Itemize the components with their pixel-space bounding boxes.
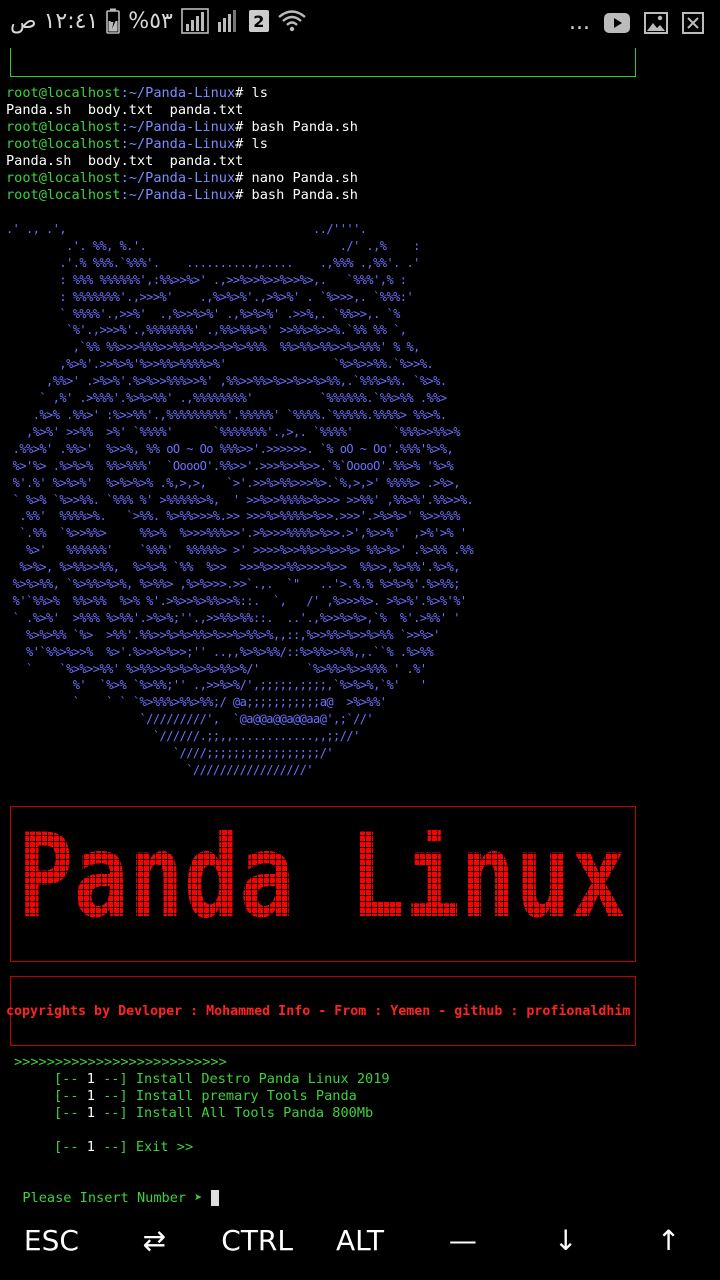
panda-ascii-art: .' ., .', ../''''. .'. %%, %.'. ./' .,% … xyxy=(6,222,474,777)
dash-key[interactable]: — xyxy=(411,1200,514,1280)
sim-icon: 2 xyxy=(248,10,269,32)
banner-title: Panda Linux xyxy=(18,830,626,922)
more-indicator: ... xyxy=(569,10,590,35)
prompt-line: root@localhost:~/Panda-Linux# ls xyxy=(6,85,268,102)
battery-icon xyxy=(106,8,121,34)
command-output: Panda.sh body.txt panda.txt xyxy=(6,102,244,118)
prompt-user: root@localhost xyxy=(6,119,121,135)
prompt-line: root@localhost:~/Panda-Linux# ls xyxy=(6,136,268,153)
svg-text:Panda Linux: Panda Linux xyxy=(18,830,626,922)
menu-item-exit[interactable]: [-- 1 --] Exit >> xyxy=(54,1139,193,1156)
signal-icon-2 xyxy=(217,10,236,32)
prompt-user: root@localhost xyxy=(6,187,121,203)
status-bar: ١٢:٤١ ص %٥٣ 2 ... xyxy=(0,0,720,48)
clock: ١٢:٤١ ص xyxy=(10,8,99,34)
arrow-up-key[interactable]: ↑ xyxy=(617,1200,720,1280)
youtube-icon xyxy=(604,12,630,33)
copyright-text: copyrights by Devloper : Mohammed Info -… xyxy=(6,1004,631,1019)
previous-output-frame xyxy=(10,48,636,77)
command-text: nano Panda.sh xyxy=(243,170,358,186)
menu-item[interactable]: [-- 1 --] Install premary Tools Panda xyxy=(54,1088,357,1105)
menu-item[interactable]: [-- 1 --] Install All Tools Panda 800Mb xyxy=(54,1105,373,1122)
esc-key[interactable]: ESC xyxy=(0,1200,103,1280)
prompt-user: root@localhost xyxy=(6,170,121,186)
wifi-icon xyxy=(278,10,306,32)
gallery-icon xyxy=(644,11,668,34)
command-output: Panda.sh body.txt panda.txt xyxy=(6,153,244,169)
prompt-path: :~/Panda-Linux xyxy=(120,170,236,186)
prompt-line: root@localhost:~/Panda-Linux# nano Panda… xyxy=(6,170,358,187)
prompt-path: :~/Panda-Linux xyxy=(120,187,236,203)
arrow-down-key[interactable]: ↓ xyxy=(514,1200,617,1280)
battery-percent: %٥٣ xyxy=(128,8,173,34)
extra-keys-bar: ESC ⇄ CTRL ALT — ↓ ↑ xyxy=(0,1200,720,1280)
alt-key[interactable]: ALT xyxy=(309,1200,412,1280)
prompt-line: root@localhost:~/Panda-Linux# bash Panda… xyxy=(6,119,358,136)
command-text: ls xyxy=(243,85,268,101)
tab-key[interactable]: ⇄ xyxy=(103,1200,206,1280)
command-text: bash Panda.sh xyxy=(243,187,358,203)
menu-header: >>>>>>>>>>>>>>>>>>>>>>>>>> xyxy=(14,1054,227,1070)
prompt-path: :~/Panda-Linux xyxy=(120,85,236,101)
menu-item[interactable]: [-- 1 --] Install Destro Panda Linux 201… xyxy=(54,1071,390,1088)
command-text: bash Panda.sh xyxy=(243,119,358,135)
prompt-user: root@localhost xyxy=(6,136,121,152)
prompt-path: :~/Panda-Linux xyxy=(120,136,236,152)
prompt-path: :~/Panda-Linux xyxy=(120,119,236,135)
command-text: ls xyxy=(243,136,268,152)
prompt-line: root@localhost:~/Panda-Linux# bash Panda… xyxy=(6,187,358,204)
prompt-user: root@localhost xyxy=(6,85,121,101)
signal-icon xyxy=(181,8,209,34)
ctrl-key[interactable]: CTRL xyxy=(206,1200,309,1280)
close-box-icon xyxy=(682,11,704,34)
